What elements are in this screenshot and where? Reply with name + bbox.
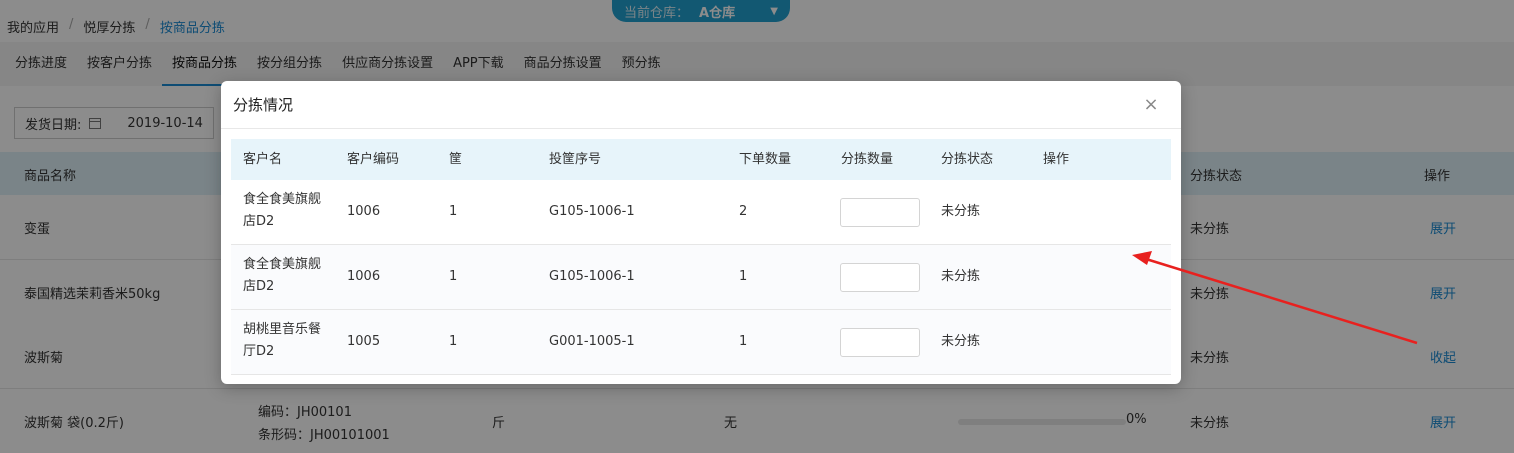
annotation-arrow-icon xyxy=(1132,251,1418,345)
